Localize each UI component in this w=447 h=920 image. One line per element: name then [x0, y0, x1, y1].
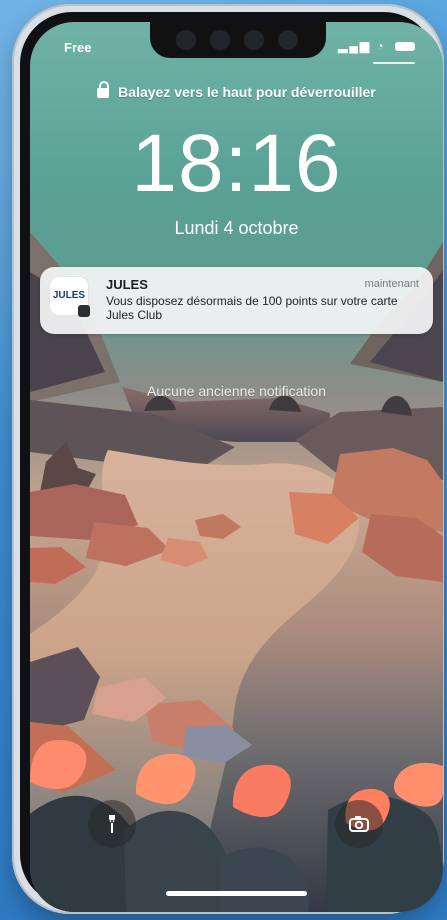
unlock-hint: Balayez vers le haut pour déverrouiller — [118, 84, 376, 100]
notification-message: Vous disposez désormais de 100 points su… — [106, 294, 398, 322]
home-indicator[interactable] — [166, 891, 307, 896]
unlock-hint-row: Balayez vers le haut pour déverrouiller — [30, 81, 443, 100]
lockscreen-time: 18:16 — [131, 118, 342, 209]
wallet-card-icon — [78, 305, 90, 317]
notification-card[interactable]: JULES JULES maintenant Vous disposez dés… — [40, 267, 433, 334]
lockscreen-date: Lundi 4 octobre — [174, 218, 299, 238]
flashlight-icon — [109, 815, 115, 833]
status-bar: Free ▂▄▆ ◔ — [30, 39, 443, 60]
wifi-icon: ◔ — [376, 39, 386, 53]
notification-app-name: JULES — [106, 277, 148, 292]
lock-icon — [97, 81, 110, 99]
carrier-name: Free — [64, 40, 92, 55]
signal-icon: ▂▄▆ — [338, 39, 372, 53]
flashlight-button[interactable] — [88, 800, 136, 848]
lock-screen: Free ▂▄▆ ◔ Balayez vers le haut pour dév… — [30, 22, 443, 912]
battery-icon — [395, 42, 415, 52]
app-icon-label: JULES — [52, 290, 86, 301]
notification-timestamp: maintenant — [364, 278, 419, 290]
older-notifications-label: Aucune ancienne notification — [146, 383, 327, 399]
status-icons: ▂▄▆ ◔ — [338, 39, 415, 53]
camera-button[interactable] — [335, 800, 383, 848]
camera-icon — [349, 816, 369, 832]
control-center-hint[interactable] — [373, 62, 415, 64]
